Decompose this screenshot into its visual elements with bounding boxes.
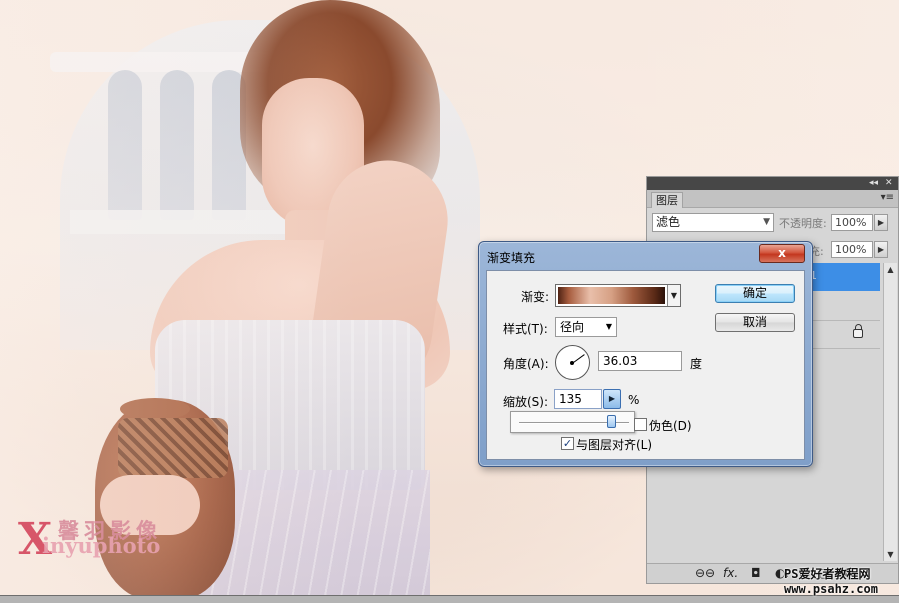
- scale-label: 缩放(S):: [503, 395, 549, 409]
- lock-icon: [853, 324, 863, 338]
- opacity-slider-button[interactable]: ▶: [874, 214, 888, 231]
- chevron-down-icon[interactable]: ▼: [667, 285, 680, 306]
- site-watermark-title: PS爱好者教程网: [784, 567, 871, 581]
- close-button[interactable]: x: [759, 244, 805, 263]
- dialog-body: 渐变: ▼ 样式(T): 径向 ▼ 角度(A): 36.03 度 缩放(S): …: [486, 270, 805, 460]
- fill-input[interactable]: 100%: [831, 241, 873, 258]
- blend-mode-select[interactable]: 滤色 ▼: [652, 213, 774, 232]
- angle-label: 角度(A):: [503, 357, 549, 371]
- cancel-button[interactable]: 取消: [715, 313, 795, 332]
- align-with-layer-label: 与图层对齐(L): [576, 438, 653, 452]
- gradient-picker[interactable]: ▼: [555, 284, 681, 307]
- blend-mode-value: 滤色: [656, 215, 681, 229]
- angle-unit: 度: [690, 357, 703, 371]
- link-layers-icon[interactable]: ⊖⊖: [695, 566, 715, 580]
- window-bottom-edge: [0, 595, 899, 603]
- angle-dial[interactable]: [555, 345, 590, 380]
- panel-menu-icon[interactable]: ▾≡: [881, 192, 894, 203]
- angle-input[interactable]: 36.03: [598, 351, 682, 371]
- close-icon[interactable]: ✕: [885, 177, 893, 190]
- fx-icon[interactable]: fx.: [723, 566, 738, 580]
- scale-unit: %: [628, 393, 640, 407]
- style-value: 径向: [560, 320, 585, 334]
- gradient-fill-dialog: 渐变填充 x 渐变: ▼ 样式(T): 径向 ▼ 角度(A): 36.03 度 …: [478, 241, 813, 467]
- scale-slider-button[interactable]: ▶: [603, 389, 621, 409]
- scale-input[interactable]: 135: [554, 389, 602, 409]
- gradient-swatch[interactable]: [558, 287, 665, 304]
- chevron-down-icon: ▼: [605, 322, 612, 331]
- watermark-en: inyuphoto: [42, 533, 161, 558]
- align-with-layer-checkbox[interactable]: ✓: [561, 437, 574, 450]
- style-label: 样式(T):: [503, 322, 548, 336]
- opacity-input[interactable]: 100%: [831, 214, 873, 231]
- collapse-icon[interactable]: ◂◂: [869, 177, 878, 190]
- site-watermark-url: www.psahz.com: [784, 582, 878, 596]
- style-select[interactable]: 径向 ▼: [555, 317, 617, 337]
- scale-slider-popup[interactable]: [510, 411, 635, 433]
- layer-mask-icon[interactable]: ◘: [751, 566, 761, 580]
- dither-checkbox[interactable]: [634, 418, 647, 431]
- layers-scrollbar[interactable]: ▲ ▼: [883, 263, 897, 561]
- gradient-label: 渐变:: [521, 290, 550, 304]
- dialog-titlebar[interactable]: 渐变填充 x: [479, 242, 812, 270]
- scroll-down-icon[interactable]: ▼: [884, 548, 897, 561]
- scroll-up-icon[interactable]: ▲: [884, 263, 897, 276]
- tab-layers[interactable]: 图层: [651, 192, 683, 208]
- layers-panel-titlebar: ◂◂ ✕: [647, 177, 898, 190]
- ok-button[interactable]: 确定: [715, 284, 795, 303]
- fill-slider-button[interactable]: ▶: [874, 241, 888, 258]
- scale-slider-thumb[interactable]: [606, 415, 616, 428]
- site-watermark: PS爱好者教程网 www.psahz.com: [784, 567, 878, 597]
- angle-dial-hand: [572, 354, 585, 364]
- dither-label: 伪色(D): [649, 419, 692, 433]
- layers-tab-row: 图层 ▾≡: [647, 190, 898, 208]
- dialog-title: 渐变填充: [487, 251, 536, 265]
- chevron-down-icon: ▼: [763, 217, 770, 227]
- opacity-label: 不透明度:: [779, 217, 827, 230]
